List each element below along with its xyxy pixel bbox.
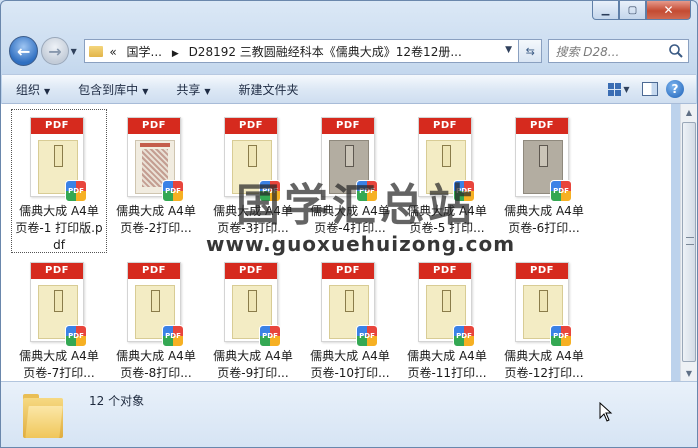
pdf-app-badge-icon: PDF: [259, 325, 281, 347]
file-name: 儒典大成 A4单页卷-9打印...: [213, 349, 293, 380]
pdf-app-badge-icon: PDF: [65, 325, 87, 347]
breadcrumb[interactable]: « 国学... ▶ D28192 三教圆融经科本《儒典大成》12卷12册...: [109, 43, 461, 60]
pdf-file-item[interactable]: PDF PDF 儒典大成 A4单页卷-8打印...: [109, 255, 203, 397]
pdf-file-item[interactable]: PDF PDF 儒典大成 A4单页卷-6打印...: [497, 110, 591, 252]
pdf-label: PDF: [31, 118, 83, 134]
pdf-file-item[interactable]: PDF PDF 儒典大成 A4单页卷-11打印...: [400, 255, 494, 397]
details-pane: 12 个对象: [1, 381, 697, 447]
pdf-app-badge-icon: PDF: [259, 180, 281, 202]
pdf-label: PDF: [225, 263, 277, 279]
file-name: 儒典大成 A4单页卷-5 打印...: [407, 204, 487, 235]
new-folder-button[interactable]: 新建文件夹: [239, 81, 299, 98]
file-name: 儒典大成 A4单页卷-6打印...: [504, 204, 584, 235]
pdf-app-badge-icon: PDF: [550, 325, 572, 347]
pdf-label: PDF: [225, 118, 277, 134]
recent-pages-dropdown-icon[interactable]: ▼: [71, 47, 81, 56]
item-count: 12 个对象: [89, 394, 145, 408]
view-controls: ▼ ?: [604, 79, 684, 99]
pdf-app-badge-icon: PDF: [453, 325, 475, 347]
breadcrumb-item-root[interactable]: 国学...: [127, 45, 162, 59]
pdf-app-badge-icon: PDF: [162, 325, 184, 347]
pdf-label: PDF: [419, 118, 471, 134]
organize-menu[interactable]: 组织 ▼: [16, 81, 50, 98]
caption-buttons: ▁ ▢ ✕: [592, 1, 691, 21]
scroll-thumb[interactable]: [682, 122, 696, 362]
breadcrumb-item-current[interactable]: D28192 三教圆融经科本《儒典大成》12卷12册...: [189, 45, 462, 59]
refresh-icon[interactable]: ⇆: [519, 39, 543, 63]
dropdown-arrow-icon: ▼: [623, 84, 630, 94]
file-list-view[interactable]: PDF PDF 儒典大成 A4单页卷-1 打印版.pdf PDF PDF 儒典大成 A4单…: [1, 104, 671, 381]
search-icon: [669, 44, 683, 58]
pdf-file-item[interactable]: PDF PDF 儒典大成 A4单页卷-10打印...: [303, 255, 397, 397]
file-name: 儒典大成 A4单页卷-12打印...: [504, 349, 584, 380]
change-view-button[interactable]: ▼: [604, 79, 634, 99]
file-name: 儒典大成 A4单页卷-8打印...: [116, 349, 196, 380]
scroll-up-arrow-icon[interactable]: ▲: [681, 104, 697, 120]
pdf-label: PDF: [128, 118, 180, 134]
folder-icon: [89, 45, 104, 57]
large-icons-view-icon: [608, 82, 622, 96]
file-name: 儒典大成 A4单页卷-11打印...: [407, 349, 487, 380]
maximize-button[interactable]: ▢: [619, 1, 646, 20]
pdf-label: PDF: [516, 118, 568, 134]
pdf-file-item[interactable]: PDF PDF 儒典大成 A4单页卷-12打印...: [497, 255, 591, 397]
folder-large-icon: [23, 392, 63, 438]
address-bar[interactable]: « 国学... ▶ D28192 三教圆融经科本《儒典大成》12卷12册... …: [84, 39, 520, 63]
file-name: 儒典大成 A4单页卷-3打印...: [213, 204, 293, 235]
mouse-pointer-icon: [599, 402, 613, 422]
include-in-library-label: 包含到库中: [78, 82, 139, 97]
share-label: 共享: [176, 82, 201, 97]
dropdown-arrow-icon: ▼: [44, 86, 51, 96]
dropdown-arrow-icon: ▼: [142, 86, 149, 96]
pdf-label: PDF: [322, 263, 374, 279]
share-menu[interactable]: 共享 ▼: [176, 81, 210, 98]
minimize-button[interactable]: ▁: [592, 1, 619, 20]
chevron-right-icon[interactable]: ▶: [172, 49, 179, 59]
close-button[interactable]: ✕: [646, 1, 691, 20]
pdf-file-item[interactable]: PDF PDF 儒典大成 A4单页卷-2打印...: [109, 110, 203, 252]
breadcrumb-overflow[interactable]: «: [109, 45, 116, 59]
back-arrow-icon[interactable]: ←: [9, 36, 39, 66]
file-name: 儒典大成 A4单页卷-4打印...: [310, 204, 390, 235]
pdf-label: PDF: [128, 263, 180, 279]
pdf-label: PDF: [516, 263, 568, 279]
pdf-file-item[interactable]: PDF PDF 儒典大成 A4单页卷-1 打印版.pdf: [11, 109, 107, 253]
pdf-app-badge-icon: PDF: [453, 180, 475, 202]
pdf-file-item[interactable]: PDF PDF 儒典大成 A4单页卷-9打印...: [206, 255, 300, 397]
pdf-label: PDF: [322, 118, 374, 134]
pdf-app-badge-icon: PDF: [356, 325, 378, 347]
pdf-app-badge-icon: PDF: [550, 180, 572, 202]
pdf-file-item[interactable]: PDF PDF 儒典大成 A4单页卷-5 打印...: [400, 110, 494, 252]
pdf-file-item[interactable]: PDF PDF 儒典大成 A4单页卷-4打印...: [303, 110, 397, 252]
file-name: 儒典大成 A4单页卷-2打印...: [116, 204, 196, 235]
command-bar: 组织 ▼ 包含到库中 ▼ 共享 ▼ 新建文件夹 ▼ ?: [2, 74, 696, 104]
file-name: 儒典大成 A4单页卷-10打印...: [310, 349, 390, 380]
pdf-app-badge-icon: PDF: [65, 180, 87, 202]
include-in-library-menu[interactable]: 包含到库中 ▼: [78, 81, 148, 98]
organize-label: 组织: [16, 82, 41, 97]
address-dropdown-icon[interactable]: ▼: [505, 45, 512, 55]
scroll-down-arrow-icon[interactable]: ▼: [681, 365, 697, 381]
help-icon[interactable]: ?: [666, 80, 684, 98]
pdf-app-badge-icon: PDF: [162, 180, 184, 202]
vertical-scrollbar[interactable]: ▲ ▼: [680, 104, 697, 381]
pdf-label: PDF: [419, 263, 471, 279]
navigation-bar: ← → ▼ « 国学... ▶ D28192 三教圆融经科本《儒典大成》12卷1…: [9, 34, 689, 68]
file-name: 儒典大成 A4单页卷-1 打印版.pdf: [15, 204, 103, 252]
preview-pane-icon[interactable]: [642, 82, 658, 96]
pdf-file-item[interactable]: PDF PDF 儒典大成 A4单页卷-7打印...: [12, 255, 106, 397]
search-input[interactable]: 搜索 D28...: [548, 39, 689, 63]
file-name: 儒典大成 A4单页卷-7打印...: [19, 349, 99, 380]
pdf-file-item[interactable]: PDF PDF 儒典大成 A4单页卷-3打印...: [206, 110, 300, 252]
forward-arrow-icon[interactable]: →: [41, 37, 69, 65]
pdf-app-badge-icon: PDF: [356, 180, 378, 202]
scroll-grip-icon: [686, 237, 694, 245]
new-folder-label: 新建文件夹: [238, 82, 299, 97]
search-placeholder: 搜索 D28...: [555, 44, 620, 59]
dropdown-arrow-icon: ▼: [204, 86, 211, 96]
pdf-label: PDF: [31, 263, 83, 279]
